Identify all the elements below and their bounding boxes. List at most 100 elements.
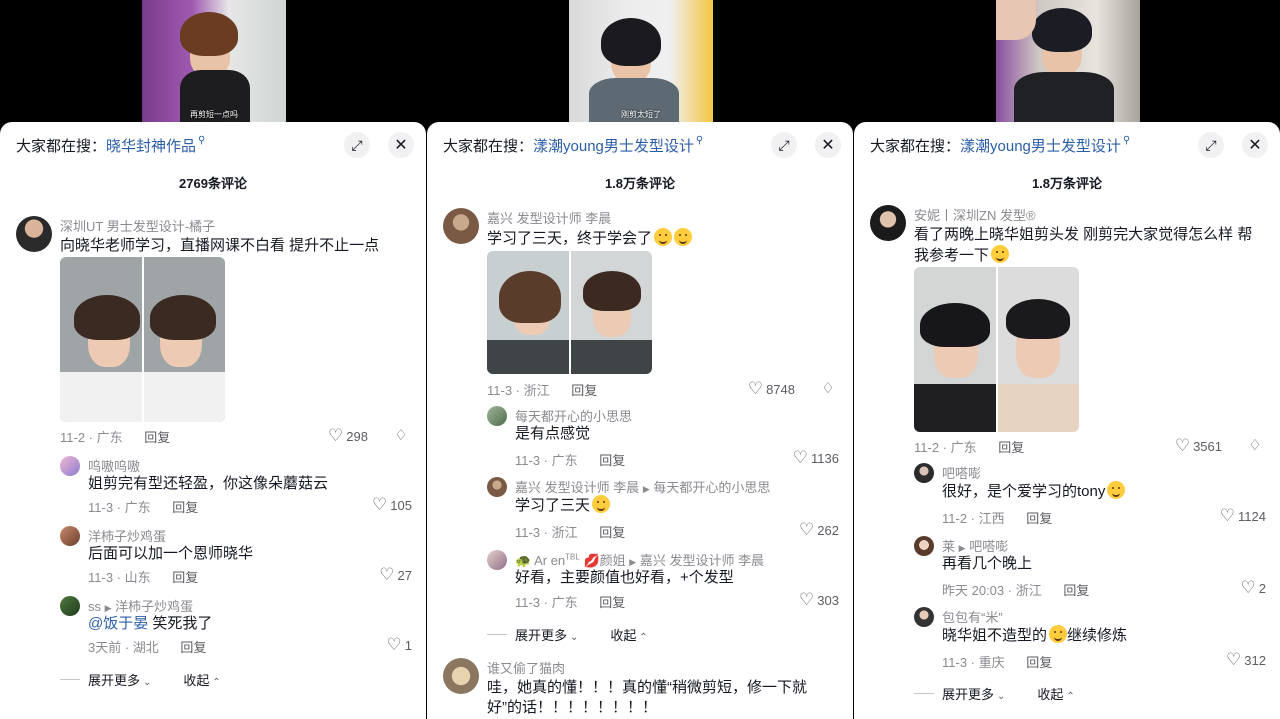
like-button[interactable]: ♡ 303 [799,590,839,610]
like-button[interactable]: ♡ 1124 [1220,506,1266,526]
search-term-link[interactable]: 晓华封神作品 [106,135,196,156]
collapse-button[interactable]: 收起 ⌃ [1037,684,1074,703]
reply-button[interactable]: 回复 [144,430,170,445]
heart-icon: ♡ [328,426,344,445]
avatar[interactable] [443,208,479,244]
reply-item: 嘉兴 发型设计师 李晨 ▶ 每天都开心的小思思 学习了三天 11-3 · 浙江 … [487,477,839,540]
search-prefix: 大家都在搜： [870,137,961,155]
expand-more-button[interactable]: 展开更多 ⌄ [942,684,1005,703]
avatar[interactable] [60,526,80,546]
avatar[interactable] [443,658,479,694]
laughing-emoji-icon [674,228,693,246]
reply-username[interactable]: 🐢 Ar enTBL 💋颜姐 ▶ 嘉兴 发型设计师 李晨 [515,550,764,569]
like-button[interactable]: ♡ 8748 [748,379,795,399]
heart-icon: ♡ [379,565,395,584]
comment-username[interactable]: 安妮丨深圳ZN 发型® [914,205,1036,224]
close-icon[interactable]: ✕ [388,132,414,158]
reply-username[interactable]: 每天都开心的小思思 [515,406,632,425]
reply-username[interactable]: 嘉兴 发型设计师 李晨 ▶ 每天都开心的小思思 [515,477,770,496]
video-preview[interactable]: 刚剪太短了 [569,0,713,130]
reply-button[interactable]: 回复 [599,595,625,610]
close-icon[interactable]: ✕ [815,132,841,158]
heart-icon: ♡ [386,635,402,654]
comment-image[interactable] [914,267,1079,432]
expand-more-button[interactable]: 展开更多 ⌄ [515,625,578,644]
search-term-link[interactable]: 漾潮young男士发型设计 [533,135,694,156]
collapse-button[interactable]: 收起 ⌃ [610,625,647,644]
reply-username[interactable]: 呜嗷呜嗷 [88,456,140,475]
reply-meta: 11-3 · 浙江 回复 [515,522,625,541]
dislike-icon[interactable]: ♢ [819,379,837,397]
video-caption: 再剪短一点吗 [190,110,238,119]
close-icon[interactable]: ✕ [1242,132,1268,158]
comment-image[interactable] [487,251,652,374]
reply-text: 好看，主要颜值也好看，+个发型 [515,569,734,586]
comment-date: 11-3 · 浙江 [487,383,550,398]
video-preview[interactable] [996,0,1140,130]
reply-button[interactable]: 回复 [1026,655,1052,670]
search-prefix: 大家都在搜： [16,137,107,155]
expand-icon[interactable]: ⤢ [771,132,797,158]
comment-username[interactable]: 嘉兴 发型设计师 李晨 [487,208,611,227]
video-preview[interactable]: 再剪短一点吗 [142,0,286,130]
avatar[interactable] [914,463,934,483]
like-button[interactable]: ♡ 1136 [793,448,839,468]
avatar[interactable] [487,406,507,426]
comment-username[interactable]: 谁又偷了猫肉 [487,658,565,677]
like-button[interactable]: ♡ 2 [1241,578,1266,598]
reply-button[interactable]: 回复 [180,640,206,655]
search-term-link[interactable]: 漾潮young男士发型设计 [960,135,1121,156]
reply-date: 昨天 20:03 · 浙江 [942,583,1042,598]
like-count: 262 [817,522,839,538]
like-count: 1 [404,637,412,653]
comment-username[interactable]: 深圳UT 男士发型设计-橘子 [60,216,215,235]
comment-text: 向晓华老师学习，直播网课不白看 提升不止一点 [60,237,380,254]
reply-username[interactable]: 包包有“米” [942,607,1003,626]
expand-icon[interactable]: ⤢ [1198,132,1224,158]
reply-date: 11-3 · 山东 [88,570,151,585]
avatar[interactable] [914,536,934,556]
mention-link[interactable]: @饭于晏 [88,615,148,632]
reply-username[interactable]: ss ▶ 洋柿子炒鸡蛋 [88,596,193,615]
reply-username[interactable]: 吧嗒嘭 [942,463,981,482]
comment-image[interactable] [60,257,225,422]
like-button[interactable]: ♡ 1 [387,635,412,655]
avatar[interactable] [16,216,52,252]
chevron-up-icon: ⌃ [212,677,221,688]
expand-icon[interactable]: ⤢ [344,132,370,158]
like-button[interactable]: ♡ 298 [328,426,368,446]
heart-icon: ♡ [792,448,809,467]
reply-date: 3天前 · 湖北 [88,640,159,655]
comment-count: 2769条评论 [179,176,247,191]
avatar[interactable] [914,607,934,627]
heart-icon: ♡ [1219,506,1236,525]
reply-button[interactable]: 回复 [599,453,625,468]
reply-username[interactable]: 洋柿子炒鸡蛋 [88,526,166,545]
reply-text: 学习了三天 [515,495,611,516]
avatar[interactable] [60,596,80,616]
like-button[interactable]: ♡ 27 [379,565,412,585]
like-button[interactable]: ♡ 3561 [1175,436,1222,456]
reply-username[interactable]: 莱 ▶ 吧嗒嘭 [942,536,1008,555]
like-button[interactable]: ♡ 262 [799,520,839,540]
reply-button[interactable]: 回复 [1026,511,1052,526]
avatar[interactable] [487,550,507,570]
reply-button[interactable]: 回复 [599,525,625,540]
avatar[interactable] [60,456,80,476]
dislike-icon[interactable]: ♢ [392,426,410,444]
reply-button[interactable]: 回复 [172,500,198,515]
expand-more-button[interactable]: 展开更多 ⌄ [88,670,151,689]
avatar[interactable] [487,477,507,497]
reply-button[interactable]: 回复 [172,570,198,585]
comment-sheet: 大家都在搜： 漾潮young男士发型设计 ⚲ ⤢ ✕ 1.8万条评论 安妮丨深圳… [854,122,1280,719]
reply-button[interactable]: 回复 [571,383,597,398]
like-button[interactable]: ♡ 105 [372,495,412,515]
reply-button[interactable]: 回复 [1063,583,1089,598]
heart-icon: ♡ [799,520,815,539]
collapse-button[interactable]: 收起 ⌃ [183,670,220,689]
avatar[interactable] [870,205,906,241]
dislike-icon[interactable]: ♢ [1246,436,1264,454]
video-caption: 刚剪太短了 [621,110,661,119]
reply-button[interactable]: 回复 [998,440,1024,455]
like-button[interactable]: ♡ 312 [1226,650,1266,670]
